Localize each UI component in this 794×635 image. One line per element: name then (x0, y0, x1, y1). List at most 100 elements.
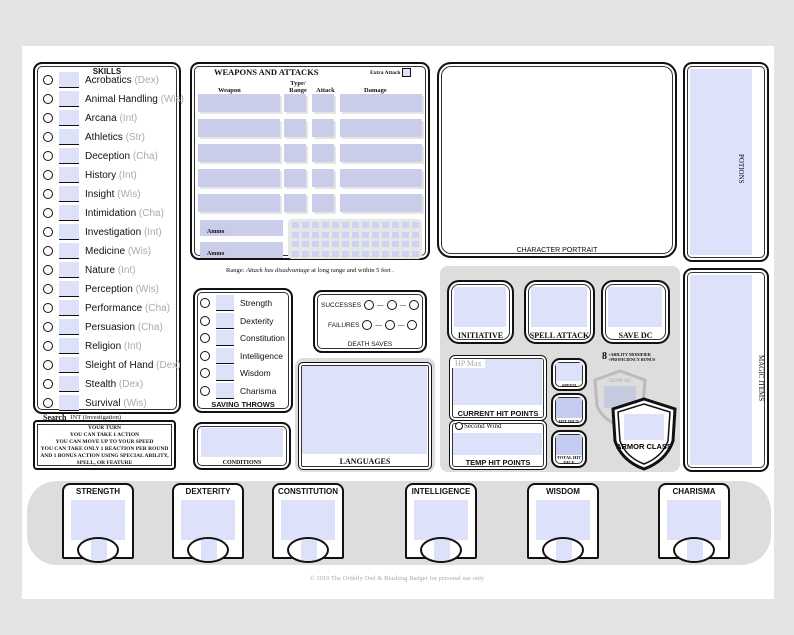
failure-checkbox[interactable] (362, 320, 373, 330)
proficiency-checkbox[interactable] (43, 227, 53, 237)
weapon-damage-field[interactable] (340, 94, 422, 112)
weapon-type-field[interactable] (284, 119, 306, 137)
ability-modifier-field[interactable] (414, 500, 468, 540)
ammo-tick-box[interactable] (372, 222, 379, 228)
ability-score-field[interactable] (187, 537, 229, 563)
skill-modifier-field[interactable] (59, 376, 79, 392)
save-modifier-field[interactable] (216, 347, 234, 364)
weapon-name-field[interactable] (198, 119, 280, 137)
ammo-tick-box[interactable] (342, 241, 349, 247)
success-checkbox[interactable] (364, 300, 375, 310)
ability-score-constitution[interactable]: CONSTITUTION (272, 483, 344, 563)
ammo-tick-box[interactable] (412, 222, 419, 228)
ammo-tick-box[interactable] (302, 250, 309, 257)
skill-modifier-field[interactable] (59, 395, 79, 411)
proficiency-checkbox[interactable] (43, 113, 53, 123)
ammo-tick-box[interactable] (402, 241, 409, 247)
skill-modifier-field[interactable] (59, 224, 79, 240)
ability-modifier-field[interactable] (536, 500, 590, 540)
ammo-tick-box[interactable] (362, 231, 369, 238)
ammo-tick-box[interactable] (352, 222, 359, 228)
potions-panel[interactable]: POTIONS (683, 62, 769, 262)
ammo-tick-box[interactable] (402, 250, 409, 257)
ammo-tick-box[interactable] (362, 250, 369, 257)
save-modifier-field[interactable] (216, 295, 234, 311)
ammo-field[interactable]: Ammo (200, 220, 283, 236)
ammo-tick-box[interactable] (342, 250, 349, 257)
ammo-field[interactable]: Ammo (200, 242, 283, 258)
ammo-tick-box[interactable] (352, 231, 359, 238)
ammo-tick-box[interactable] (302, 241, 309, 247)
ammo-tick-box[interactable] (412, 231, 419, 238)
proficiency-checkbox[interactable] (43, 75, 53, 85)
initiative-box[interactable]: INITIATIVE (447, 280, 514, 344)
ammo-tick-box[interactable] (322, 222, 329, 228)
ammo-tick-box[interactable] (312, 250, 319, 257)
weapon-type-field[interactable] (284, 194, 306, 212)
skill-modifier-field[interactable] (59, 72, 79, 88)
proficiency-checkbox[interactable] (43, 208, 53, 218)
ammo-tick-box[interactable] (302, 231, 309, 238)
conditions-panel[interactable]: CONDITIONS (193, 422, 291, 470)
spell-attack-box[interactable]: SPELL ATTACK (524, 280, 595, 344)
ammo-tick-box[interactable] (382, 241, 389, 247)
weapon-type-field[interactable] (284, 169, 306, 187)
ammo-tick-box[interactable] (372, 241, 379, 247)
failure-checkbox[interactable] (407, 320, 418, 330)
proficiency-checkbox[interactable] (43, 379, 53, 389)
ammo-tick-box[interactable] (372, 250, 379, 257)
ability-score-intelligence[interactable]: INTELLIGENCE (405, 483, 477, 563)
proficiency-checkbox[interactable] (43, 265, 53, 275)
weapon-damage-field[interactable] (340, 169, 422, 187)
proficiency-checkbox[interactable] (43, 132, 53, 142)
ammo-tick-box[interactable] (292, 241, 299, 247)
character-portrait[interactable]: CHARACTER PORTRAIT (437, 62, 677, 258)
save-dc-box[interactable]: SAVE DC (601, 280, 670, 344)
ammo-tick-box[interactable] (312, 231, 319, 238)
skill-modifier-field[interactable] (59, 338, 79, 354)
proficiency-checkbox[interactable] (43, 151, 53, 161)
skill-modifier-field[interactable] (59, 243, 79, 259)
speed-box[interactable]: SPEED (551, 358, 587, 391)
skill-modifier-field[interactable] (59, 262, 79, 278)
weapon-attack-field[interactable] (312, 94, 334, 112)
weapon-name-field[interactable] (198, 169, 280, 187)
second-wind-checkbox[interactable] (455, 422, 463, 430)
ammo-tick-box[interactable] (352, 250, 359, 257)
success-checkbox[interactable] (386, 300, 397, 310)
ability-score-dexterity[interactable]: DEXTERITY (172, 483, 244, 563)
ammo-tick-box[interactable] (302, 222, 309, 228)
ability-score-field[interactable] (673, 537, 715, 563)
weapon-damage-field[interactable] (340, 119, 422, 137)
weapon-name-field[interactable] (198, 144, 280, 162)
ability-score-field[interactable] (420, 537, 462, 563)
ammo-tick-box[interactable] (392, 231, 399, 238)
weapon-name-field[interactable] (198, 94, 280, 112)
ammo-tick-box[interactable] (322, 250, 329, 257)
ability-modifier-field[interactable] (667, 500, 721, 540)
ability-modifier-field[interactable] (71, 500, 125, 540)
weapon-type-field[interactable] (284, 94, 306, 112)
total-hit-dice-box[interactable]: TOTAL HIT DICE (551, 430, 587, 468)
proficiency-checkbox[interactable] (43, 398, 53, 408)
weapon-attack-field[interactable] (312, 119, 334, 137)
temp-hp-box[interactable]: Second Wind TEMP HIT POINTS (449, 420, 547, 470)
skill-modifier-field[interactable] (59, 129, 79, 145)
proficiency-checkbox[interactable] (43, 322, 53, 332)
ammo-tick-box[interactable] (312, 241, 319, 247)
languages-panel[interactable]: LANGUAGES (298, 362, 432, 470)
proficiency-checkbox[interactable] (43, 94, 53, 104)
save-modifier-field[interactable] (216, 365, 234, 381)
proficiency-checkbox[interactable] (200, 315, 210, 326)
proficiency-checkbox[interactable] (200, 368, 210, 378)
ammo-tick-box[interactable] (352, 241, 359, 247)
skill-modifier-field[interactable] (59, 357, 79, 373)
ammo-tick-box[interactable] (332, 222, 339, 228)
proficiency-checkbox[interactable] (43, 303, 53, 313)
ammo-tick-box[interactable] (382, 222, 389, 228)
skill-modifier-field[interactable] (59, 167, 79, 183)
ammo-tick-box[interactable] (292, 231, 299, 238)
ammo-tick-box[interactable] (342, 222, 349, 228)
ammo-tick-box[interactable] (412, 250, 419, 257)
ammo-tick-box[interactable] (382, 250, 389, 257)
